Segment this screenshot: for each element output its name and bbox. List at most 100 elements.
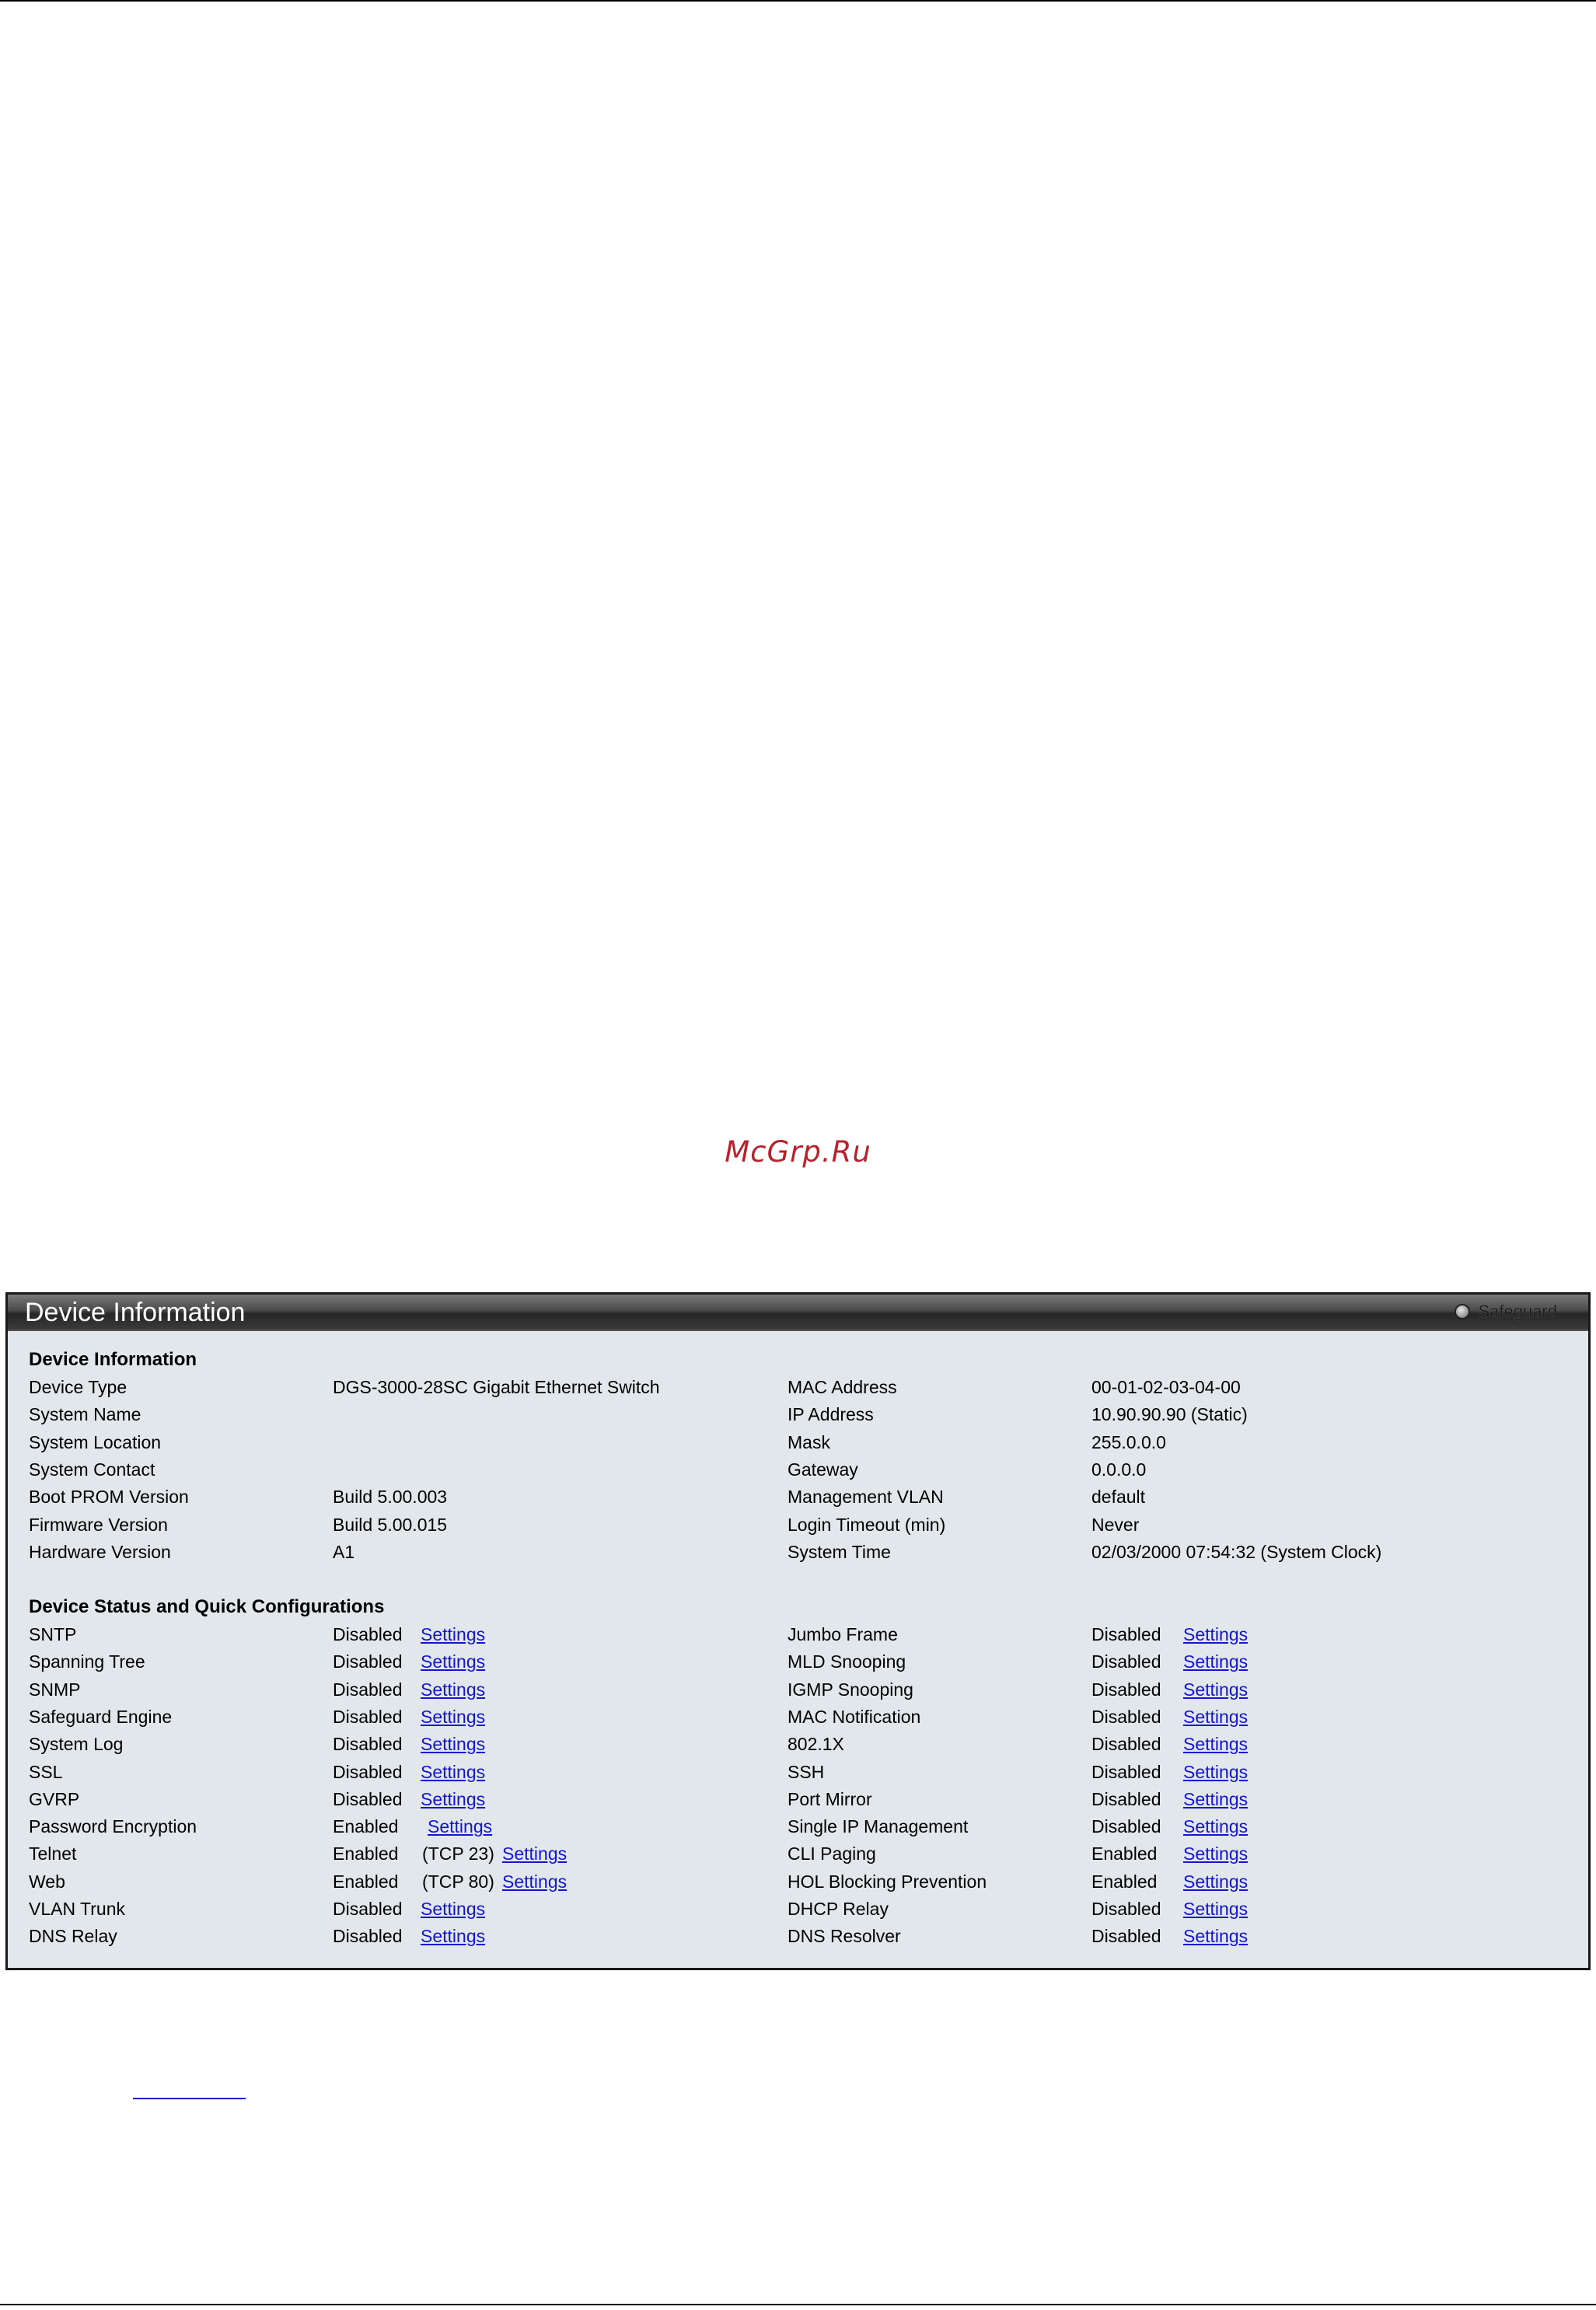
info-value: Build 5.00.015 [333, 1514, 448, 1535]
settings-link[interactable]: Settings [421, 1651, 485, 1672]
settings-link[interactable]: Settings [1183, 1926, 1248, 1947]
safeguard-indicator: Safeguard [1455, 1302, 1557, 1322]
status-label: SSL [29, 1761, 63, 1782]
settings-link[interactable]: Settings [1183, 1816, 1248, 1837]
info-value: DGS-3000-28SC Gigabit Ethernet Switch [333, 1377, 660, 1397]
settings-link[interactable]: Settings [502, 1843, 567, 1864]
status-state: Enabled [333, 1843, 399, 1864]
settings-link[interactable]: Settings [502, 1871, 567, 1892]
info-value: Build 5.00.003 [333, 1487, 448, 1508]
status-row: Telnet Enabled (TCP 23) Settings CLI Paging E… [8, 1843, 1588, 1871]
status-label: IGMP Snooping [788, 1679, 913, 1700]
info-row: Boot PROM Version Build 5.00.003 Managemen… [8, 1487, 1588, 1514]
status-label: CLI Paging [788, 1843, 876, 1864]
safeguard-label: Safeguard [1478, 1302, 1557, 1321]
status-state: Disabled [333, 1899, 403, 1919]
status-state: Disabled [333, 1734, 403, 1755]
info-label: System Time [788, 1541, 891, 1562]
status-label: GVRP [29, 1788, 80, 1809]
status-state: Disabled [1091, 1651, 1161, 1672]
status-row: SNMP Disabled Settings IGMP Snooping Disable… [8, 1679, 1588, 1707]
info-row: System Contact Gateway 0.0.0.0 [8, 1459, 1588, 1487]
status-state: Enabled [333, 1871, 399, 1892]
status-row: GVRP Disabled Settings Port Mirror Disabled S… [8, 1789, 1588, 1816]
panel-title: Device Information [25, 1298, 246, 1327]
status-row: DNS Relay Disabled Settings DNS Resolver Dis… [8, 1926, 1588, 1953]
info-label: Login Timeout (min) [788, 1514, 946, 1535]
status-label: Password Encryption [29, 1816, 197, 1837]
info-label: System Contact [29, 1459, 155, 1480]
settings-link[interactable]: Settings [1183, 1707, 1248, 1728]
status-row: Password Encryption Enabled Settings Single… [8, 1816, 1588, 1843]
info-value: 00-01-02-03-04-00 [1091, 1377, 1241, 1397]
settings-link[interactable]: Settings [1183, 1899, 1248, 1920]
status-section-title: Device Status and Quick Configurations [29, 1596, 385, 1617]
safeguard-led-icon [1455, 1304, 1471, 1319]
status-row: System Log Disabled Settings 802.1X Disabled… [8, 1734, 1588, 1761]
panel-header: Device Information Safeguard [8, 1295, 1588, 1331]
settings-link[interactable]: Settings [1183, 1734, 1248, 1755]
settings-link[interactable]: Settings [1183, 1679, 1248, 1700]
settings-link[interactable]: Settings [421, 1899, 485, 1920]
status-label: MLD Snooping [788, 1651, 906, 1672]
page-link[interactable] [133, 2098, 246, 2099]
watermark: McGrp.Ru [725, 1135, 871, 1169]
status-row: Safeguard Engine Disabled Settings MAC Noti… [8, 1707, 1588, 1734]
status-row: Spanning Tree Disabled Settings MLD Snoopin… [8, 1651, 1588, 1679]
status-state: Enabled [1091, 1843, 1158, 1864]
status-row: SNTP Disabled Settings Jumbo Frame Disabled S… [8, 1624, 1588, 1651]
info-value: default [1091, 1487, 1146, 1508]
settings-link[interactable]: Settings [1183, 1651, 1248, 1672]
device-info-section-title: Device Information [29, 1349, 197, 1370]
info-value: Never [1091, 1514, 1140, 1535]
info-label: Hardware Version [29, 1541, 171, 1562]
settings-link[interactable]: Settings [421, 1789, 485, 1810]
info-label: IP Address [788, 1404, 874, 1425]
status-state: Disabled [333, 1679, 403, 1700]
settings-link[interactable]: Settings [1183, 1624, 1248, 1645]
status-label: Safeguard Engine [29, 1706, 173, 1727]
info-label: Mask [788, 1431, 830, 1452]
status-label: System Log [29, 1734, 124, 1755]
info-row: Hardware Version A1 System Time 02/03/2000 … [8, 1542, 1588, 1569]
status-label: DNS Relay [29, 1926, 117, 1947]
settings-link[interactable]: Settings [1183, 1789, 1248, 1810]
info-label: Boot PROM Version [29, 1487, 189, 1508]
status-state: Disabled [1091, 1788, 1161, 1809]
status-label: SSH [788, 1761, 825, 1782]
status-state: Disabled [1091, 1624, 1161, 1644]
settings-link[interactable]: Settings [421, 1624, 485, 1645]
info-label: Device Type [29, 1377, 127, 1397]
info-label: Gateway [788, 1459, 858, 1480]
settings-link[interactable]: Settings [421, 1707, 485, 1728]
settings-link[interactable]: Settings [1183, 1843, 1248, 1864]
status-label: Telnet [29, 1843, 77, 1864]
status-state: Disabled [333, 1788, 403, 1809]
status-state: Disabled [1091, 1734, 1161, 1755]
status-label: Single IP Management [788, 1816, 969, 1837]
status-state: Enabled [1091, 1871, 1158, 1892]
status-label: Spanning Tree [29, 1651, 145, 1672]
status-state: Disabled [1091, 1761, 1161, 1782]
settings-link[interactable]: Settings [1183, 1762, 1248, 1783]
settings-link[interactable]: Settings [1183, 1871, 1248, 1892]
settings-link[interactable]: Settings [428, 1816, 492, 1837]
status-label: SNMP [29, 1679, 81, 1700]
settings-link[interactable]: Settings [421, 1926, 485, 1947]
settings-link[interactable]: Settings [421, 1679, 485, 1700]
info-value: 10.90.90.90 (Static) [1091, 1404, 1248, 1425]
status-state: Disabled [333, 1651, 403, 1672]
status-row: Web Enabled (TCP 80) Settings HOL Blocking P… [8, 1871, 1588, 1899]
status-state: Disabled [1091, 1899, 1161, 1919]
status-row: VLAN Trunk Disabled Settings DHCP Relay Disa… [8, 1899, 1588, 1926]
info-value: 02/03/2000 07:54:32 (System Clock) [1091, 1541, 1382, 1562]
status-state: Disabled [333, 1761, 403, 1782]
status-state: Disabled [1091, 1679, 1161, 1700]
settings-link[interactable]: Settings [421, 1762, 485, 1783]
settings-link[interactable]: Settings [421, 1734, 485, 1755]
status-row: SSL Disabled Settings SSH Disabled Settings [8, 1762, 1588, 1789]
status-label: Web [29, 1871, 65, 1892]
info-value: 0.0.0.0 [1091, 1459, 1147, 1480]
info-value: A1 [333, 1541, 355, 1562]
status-state: Disabled [333, 1706, 403, 1727]
